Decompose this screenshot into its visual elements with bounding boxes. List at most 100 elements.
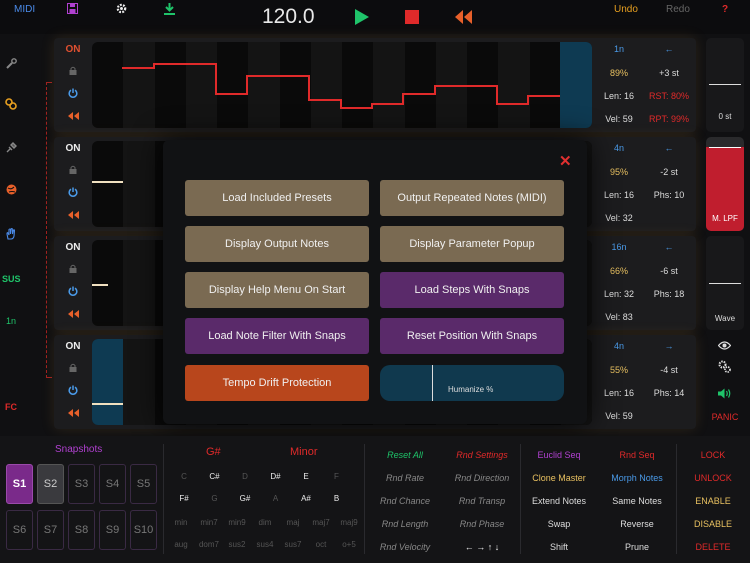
action-morph-notes[interactable]: Morph Notes <box>598 473 676 483</box>
action-same-notes[interactable]: Same Notes <box>598 496 676 506</box>
action-delete[interactable]: DELETE <box>675 542 750 552</box>
action-euclid-seq[interactable]: Euclid Seq <box>520 450 598 460</box>
action-[interactable]: ← → ↑ ↓ <box>443 542 521 552</box>
action-prune[interactable]: Prune <box>598 542 676 552</box>
reset-position-with-snaps-button[interactable]: Reset Position With Snaps <box>380 318 564 354</box>
sus-toggle[interactable]: SUS <box>2 274 21 284</box>
panic-button[interactable]: PANIC <box>706 412 744 422</box>
globe-icon[interactable] <box>2 184 20 197</box>
track-chance[interactable]: 95% <box>594 167 644 177</box>
rewind-icon[interactable] <box>54 112 92 123</box>
action-rnd-phase[interactable]: Rnd Phase <box>443 519 521 529</box>
snapshot-s3[interactable]: S3 <box>68 464 95 504</box>
track-velocity[interactable]: Vel: 59 <box>594 114 644 124</box>
action-lock[interactable]: LOCK <box>675 450 750 460</box>
action-disable[interactable]: DISABLE <box>675 519 750 529</box>
track-direction[interactable]: ← <box>644 143 694 153</box>
note-dsharp[interactable]: D# <box>265 472 287 481</box>
chord-sus2[interactable]: sus2 <box>225 540 249 549</box>
note-d[interactable]: D <box>234 472 256 481</box>
track-direction[interactable]: ← <box>644 242 694 252</box>
speaker-icon[interactable] <box>718 386 731 404</box>
stop-icon[interactable] <box>405 10 419 29</box>
note-e[interactable]: E <box>295 472 317 481</box>
redo-button[interactable]: Redo <box>666 4 690 15</box>
midi-button[interactable]: MIDI <box>14 4 35 15</box>
rewind-icon[interactable] <box>54 310 92 321</box>
snapshot-s5[interactable]: S5 <box>130 464 157 504</box>
lock-icon[interactable] <box>54 264 92 276</box>
output-repeated-notes-button[interactable]: Output Repeated Notes (MIDI) <box>380 180 564 216</box>
gear-icon[interactable] <box>116 3 127 17</box>
note-fsharp[interactable]: F# <box>173 494 195 503</box>
chord-sus7[interactable]: sus7 <box>281 540 305 549</box>
wave-slider[interactable]: Wave <box>706 236 744 330</box>
snapshot-s2[interactable]: S2 <box>37 464 64 504</box>
track-velocity[interactable]: Vel: 32 <box>594 213 644 223</box>
fc-toggle[interactable]: FC <box>2 402 20 412</box>
action-unlock[interactable]: UNLOCK <box>675 473 750 483</box>
rate-toggle[interactable]: 1n <box>2 316 20 326</box>
tempo-drift-protection-button[interactable]: Tempo Drift Protection <box>185 365 369 401</box>
snapshot-s1[interactable]: S1 <box>6 464 33 504</box>
lock-icon[interactable] <box>54 165 92 177</box>
rewind-icon[interactable] <box>54 409 92 420</box>
note-f[interactable]: F <box>326 472 348 481</box>
snapshot-s10[interactable]: S10 <box>130 510 157 550</box>
track-transpose[interactable]: -2 st <box>644 167 694 177</box>
chord-min7[interactable]: min7 <box>197 518 221 527</box>
action-reverse[interactable]: Reverse <box>598 519 676 529</box>
rewind-icon[interactable] <box>54 211 92 222</box>
load-included-presets-button[interactable]: Load Included Presets <box>185 180 369 216</box>
track-on-toggle[interactable]: ON <box>54 242 92 253</box>
snapshot-s8[interactable]: S8 <box>68 510 95 550</box>
action-rnd-settings[interactable]: Rnd Settings <box>443 450 521 460</box>
track-velocity[interactable]: Vel: 83 <box>594 312 644 322</box>
humanize-slider-handle[interactable] <box>431 365 433 401</box>
chord-oct[interactable]: oct <box>309 540 333 549</box>
action-rnd-seq[interactable]: Rnd Seq <box>598 450 676 460</box>
action-reset-all[interactable]: Reset All <box>366 450 444 460</box>
lock-icon[interactable] <box>54 363 92 375</box>
scale-root[interactable]: G# <box>206 446 221 458</box>
play-icon[interactable] <box>354 9 370 30</box>
help-button[interactable]: ? <box>722 4 728 15</box>
track-transpose[interactable]: -4 st <box>644 365 694 375</box>
track-on-toggle[interactable]: ON <box>54 143 92 154</box>
snapshot-s7[interactable]: S7 <box>37 510 64 550</box>
rewind-icon[interactable] <box>455 10 472 29</box>
track-direction[interactable]: ← <box>644 44 694 54</box>
chord-dom7[interactable]: dom7 <box>197 540 221 549</box>
track-extra[interactable]: Phs: 14 <box>644 388 694 398</box>
note-a[interactable]: A <box>265 494 287 503</box>
chord-min9[interactable]: min9 <box>225 518 249 527</box>
track-length[interactable]: Len: 32 <box>594 289 644 299</box>
transpose-slider[interactable]: 0 st <box>706 38 744 132</box>
lane-step[interactable] <box>92 240 123 326</box>
lane-step[interactable] <box>92 141 123 227</box>
scale-mode[interactable]: Minor <box>290 446 318 458</box>
power-icon[interactable] <box>54 286 92 299</box>
action-rnd-chance[interactable]: Rnd Chance <box>366 496 444 506</box>
eye-icon[interactable] <box>717 337 732 355</box>
lane-step[interactable] <box>123 141 155 227</box>
chord-min[interactable]: min <box>169 518 193 527</box>
note-gsharp[interactable]: G# <box>234 494 256 503</box>
gears-icon[interactable] <box>718 360 731 378</box>
load-note-filter-with-snaps-button[interactable]: Load Note Filter With Snaps <box>185 318 369 354</box>
display-output-notes-button[interactable]: Display Output Notes <box>185 226 369 262</box>
track-transpose[interactable]: -6 st <box>644 266 694 276</box>
track-rate[interactable]: 16n <box>594 242 644 252</box>
chord-maj[interactable]: maj <box>281 518 305 527</box>
power-icon[interactable] <box>54 385 92 398</box>
chord-maj9[interactable]: maj9 <box>337 518 361 527</box>
humanize-slider[interactable]: Humanize % <box>380 365 564 401</box>
close-icon[interactable]: ✕ <box>559 152 572 170</box>
master-lpf-slider[interactable]: M. LPF <box>706 137 744 231</box>
track-length[interactable]: Len: 16 <box>594 190 644 200</box>
track-rate[interactable]: 4n <box>594 341 644 351</box>
track-extra[interactable]: Phs: 18 <box>644 289 694 299</box>
lock-icon[interactable] <box>54 66 92 78</box>
action-enable[interactable]: ENABLE <box>675 496 750 506</box>
hand-icon[interactable] <box>2 227 20 242</box>
